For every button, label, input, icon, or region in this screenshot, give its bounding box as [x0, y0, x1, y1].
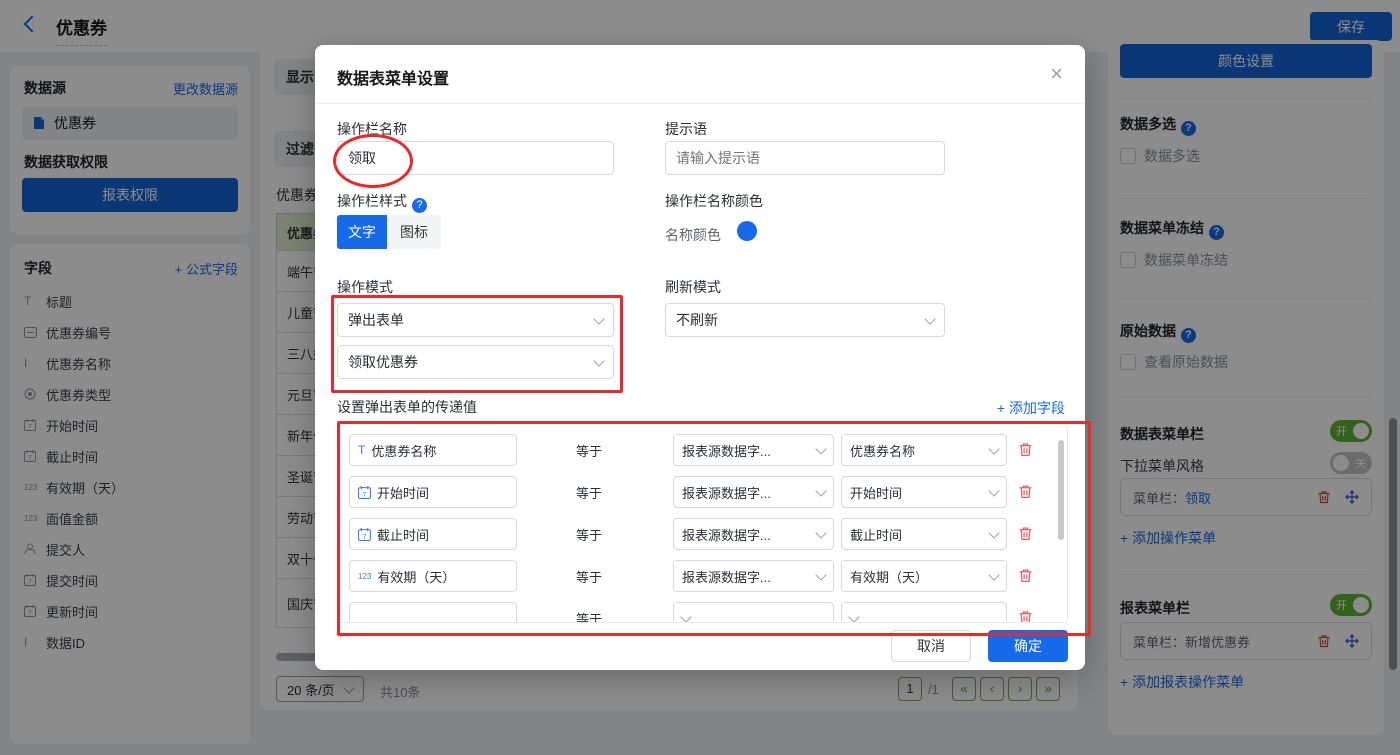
source-type-value: 报表源数据字...	[682, 527, 771, 543]
action-style-label-text: 操作栏样式	[337, 193, 407, 209]
chevron-down-icon	[924, 312, 936, 325]
transfer-field-input[interactable]: 123 有效期（天）	[349, 560, 517, 592]
target-form-value: 领取优惠券	[348, 354, 418, 370]
refresh-mode-select[interactable]: 不刷新	[665, 303, 945, 337]
action-mode-select[interactable]: 弹出表单	[337, 303, 614, 337]
divider	[315, 103, 1085, 104]
trash-icon[interactable]	[1018, 526, 1033, 541]
dialog-title: 数据表菜单设置	[337, 71, 450, 88]
action-name-label: 操作栏名称	[337, 121, 407, 137]
source-field-value: 截止时间	[850, 527, 903, 543]
transfer-values-list: T 优惠券名称 等于 报表源数据字... 优惠券名称 7 开始时间 等于 报表源…	[337, 423, 1068, 623]
chevron-down-icon	[593, 354, 605, 367]
chevron-down-icon	[988, 526, 1000, 539]
operator-label: 等于	[576, 444, 603, 459]
calendar-icon: 7	[358, 485, 371, 499]
number-icon: 123	[358, 571, 372, 581]
source-type-value: 报表源数据字...	[682, 569, 771, 585]
source-field-select[interactable]: 截止时间	[841, 518, 1007, 550]
source-field-value: 优惠券名称	[850, 443, 916, 459]
chevron-down-icon	[988, 568, 1000, 581]
list-scrollbar[interactable]	[1058, 440, 1064, 540]
source-field-value: 开始时间	[850, 485, 903, 501]
action-style-label: 操作栏样式?	[337, 191, 427, 213]
transfer-values-label: 设置弹出表单的传递值	[337, 399, 477, 415]
svg-text:7: 7	[363, 491, 367, 498]
refresh-mode-label: 刷新模式	[665, 279, 721, 295]
action-name-color-label: 操作栏名称颜色	[665, 193, 763, 209]
source-type-select[interactable]	[673, 602, 834, 622]
transfer-field-input[interactable]	[349, 602, 517, 622]
transfer-field-label: 优惠券名称	[371, 443, 437, 459]
trash-icon[interactable]	[1018, 484, 1033, 499]
transfer-field-input[interactable]: 7 开始时间	[349, 476, 517, 508]
operator-label: 等于	[576, 612, 603, 623]
transfer-field-label: 有效期（天）	[377, 569, 456, 585]
close-icon[interactable]: ×	[1050, 61, 1063, 87]
data-table-menu-dialog: 数据表菜单设置 × 操作栏名称 提示语 操作栏样式? 文字 图标 操作栏名称颜色…	[315, 45, 1085, 670]
target-form-select[interactable]: 领取优惠券	[337, 345, 614, 379]
source-type-select[interactable]: 报表源数据字...	[673, 434, 834, 466]
source-type-value: 报表源数据字...	[682, 443, 771, 459]
action-mode-value: 弹出表单	[348, 312, 404, 328]
tip-label: 提示语	[665, 121, 707, 137]
chevron-down-icon	[848, 610, 860, 622]
source-field-select[interactable]: 开始时间	[841, 476, 1007, 508]
operator-label: 等于	[576, 486, 603, 501]
refresh-mode-value: 不刷新	[676, 312, 718, 328]
svg-text:7: 7	[363, 533, 367, 540]
name-color-label: 名称颜色	[665, 227, 721, 243]
tip-input[interactable]	[665, 141, 945, 175]
transfer-field-input[interactable]: T 优惠券名称	[349, 434, 517, 466]
text-icon: T	[358, 443, 366, 457]
chevron-down-icon	[815, 442, 827, 455]
action-name-input[interactable]	[337, 141, 614, 175]
transfer-field-label: 截止时间	[377, 527, 430, 543]
transfer-field-input[interactable]: 7 截止时间	[349, 518, 517, 550]
source-field-select[interactable]	[841, 602, 1007, 622]
style-option-icon[interactable]: 图标	[387, 215, 441, 249]
transfer-field-label: 开始时间	[377, 485, 430, 501]
trash-icon[interactable]	[1018, 568, 1033, 583]
source-type-select[interactable]: 报表源数据字...	[673, 476, 834, 508]
trash-icon[interactable]	[1018, 610, 1033, 622]
source-type-select[interactable]: 报表源数据字...	[673, 560, 834, 592]
chevron-down-icon	[593, 312, 605, 325]
operator-label: 等于	[576, 528, 603, 543]
source-field-select[interactable]: 有效期（天）	[841, 560, 1007, 592]
chevron-down-icon	[680, 610, 692, 622]
source-field-select[interactable]: 优惠券名称	[841, 434, 1007, 466]
style-option-text[interactable]: 文字	[337, 215, 387, 249]
chevron-down-icon	[988, 484, 1000, 497]
help-icon[interactable]: ?	[412, 198, 427, 213]
chevron-down-icon	[815, 568, 827, 581]
trash-icon[interactable]	[1018, 442, 1033, 457]
action-mode-label: 操作模式	[337, 279, 393, 295]
chevron-down-icon	[988, 442, 1000, 455]
calendar-icon: 7	[358, 527, 371, 541]
source-field-value: 有效期（天）	[850, 569, 929, 585]
chevron-down-icon	[815, 484, 827, 497]
cancel-button[interactable]: 取消	[891, 630, 971, 662]
color-swatch[interactable]	[737, 221, 757, 241]
source-type-select[interactable]: 报表源数据字...	[673, 518, 834, 550]
operator-label: 等于	[576, 570, 603, 585]
source-type-value: 报表源数据字...	[682, 485, 771, 501]
add-field-link[interactable]: + 添加字段	[997, 398, 1065, 418]
confirm-button[interactable]: 确定	[988, 630, 1068, 662]
chevron-down-icon	[815, 526, 827, 539]
